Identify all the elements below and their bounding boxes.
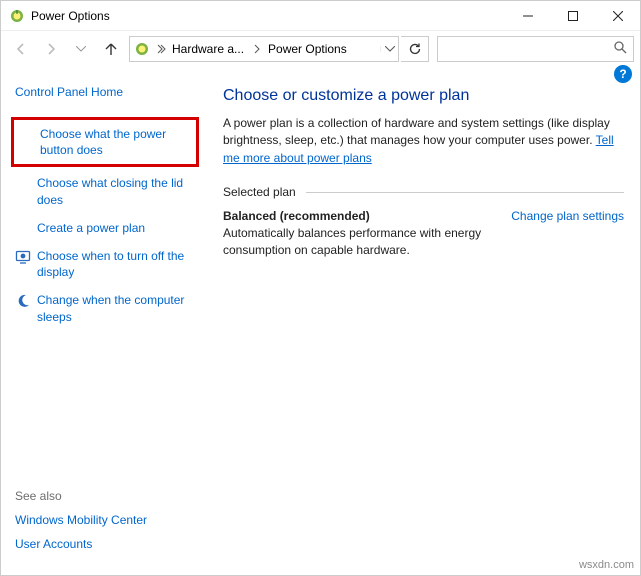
breadcrumb-icon — [134, 41, 150, 57]
minimize-button[interactable] — [505, 1, 550, 31]
see-also-title: See also — [15, 489, 147, 503]
control-panel-home-link[interactable]: Control Panel Home — [15, 85, 201, 99]
see-also-mobility-center[interactable]: Windows Mobility Center — [15, 513, 147, 527]
power-options-icon — [9, 8, 25, 24]
page-title: Choose or customize a power plan — [223, 87, 624, 105]
titlebar: Power Options — [1, 1, 640, 31]
section-label: Selected plan — [223, 185, 296, 199]
sidebar-link-create-plan[interactable]: Create a power plan — [15, 220, 201, 236]
see-also-section: See also Windows Mobility Center User Ac… — [15, 489, 147, 561]
watermark: wsxdn.com — [579, 559, 634, 571]
moon-icon — [15, 293, 31, 309]
sidebar-link-closing-lid[interactable]: Choose what closing the lid does — [15, 175, 201, 207]
refresh-button[interactable] — [401, 36, 429, 62]
breadcrumb[interactable]: Hardware a... Power Options — [129, 36, 399, 62]
sidebar-link-label: Create a power plan — [37, 220, 201, 236]
breadcrumb-root-chevron[interactable] — [154, 44, 168, 54]
breadcrumb-segment-power-options[interactable]: Power Options — [264, 37, 353, 61]
main-content: ? Choose or customize a power plan A pow… — [211, 67, 640, 575]
sidebar: Control Panel Home Choose what the power… — [1, 67, 211, 575]
change-plan-settings-link[interactable]: Change plan settings — [511, 209, 624, 223]
see-also-user-accounts[interactable]: User Accounts — [15, 537, 147, 551]
page-description: A power plan is a collection of hardware… — [223, 115, 624, 167]
sidebar-link-label: Change when the computer sleeps — [37, 292, 201, 324]
navigation-bar: Hardware a... Power Options — [1, 31, 640, 67]
description-text: A power plan is a collection of hardware… — [223, 116, 610, 147]
back-button[interactable] — [7, 35, 35, 63]
sidebar-link-label: Choose what closing the lid does — [37, 175, 201, 207]
window-title: Power Options — [31, 9, 110, 23]
sidebar-link-turn-off-display[interactable]: Choose when to turn off the display — [15, 248, 201, 280]
selected-plan-header: Selected plan — [223, 185, 624, 199]
search-input[interactable] — [437, 36, 634, 62]
search-icon — [614, 41, 627, 57]
plan-name: Balanced (recommended) — [223, 209, 493, 223]
breadcrumb-dropdown[interactable] — [380, 46, 398, 52]
sidebar-link-power-button[interactable]: Choose what the power button does — [11, 117, 199, 167]
forward-button[interactable] — [37, 35, 65, 63]
close-button[interactable] — [595, 1, 640, 31]
breadcrumb-segment-hardware[interactable]: Hardware a... — [168, 37, 250, 61]
power-plan-row: Balanced (recommended) Automatically bal… — [223, 209, 624, 259]
sidebar-link-label: Choose what the power button does — [40, 126, 192, 158]
plan-description: Automatically balances performance with … — [223, 225, 493, 259]
help-icon[interactable]: ? — [614, 65, 632, 83]
maximize-button[interactable] — [550, 1, 595, 31]
sidebar-link-label: Choose when to turn off the display — [37, 248, 201, 280]
up-button[interactable] — [97, 35, 125, 63]
chevron-right-icon[interactable] — [250, 44, 264, 54]
display-icon — [15, 249, 31, 265]
recent-locations-button[interactable] — [67, 35, 95, 63]
sidebar-link-computer-sleeps[interactable]: Change when the computer sleeps — [15, 292, 201, 324]
